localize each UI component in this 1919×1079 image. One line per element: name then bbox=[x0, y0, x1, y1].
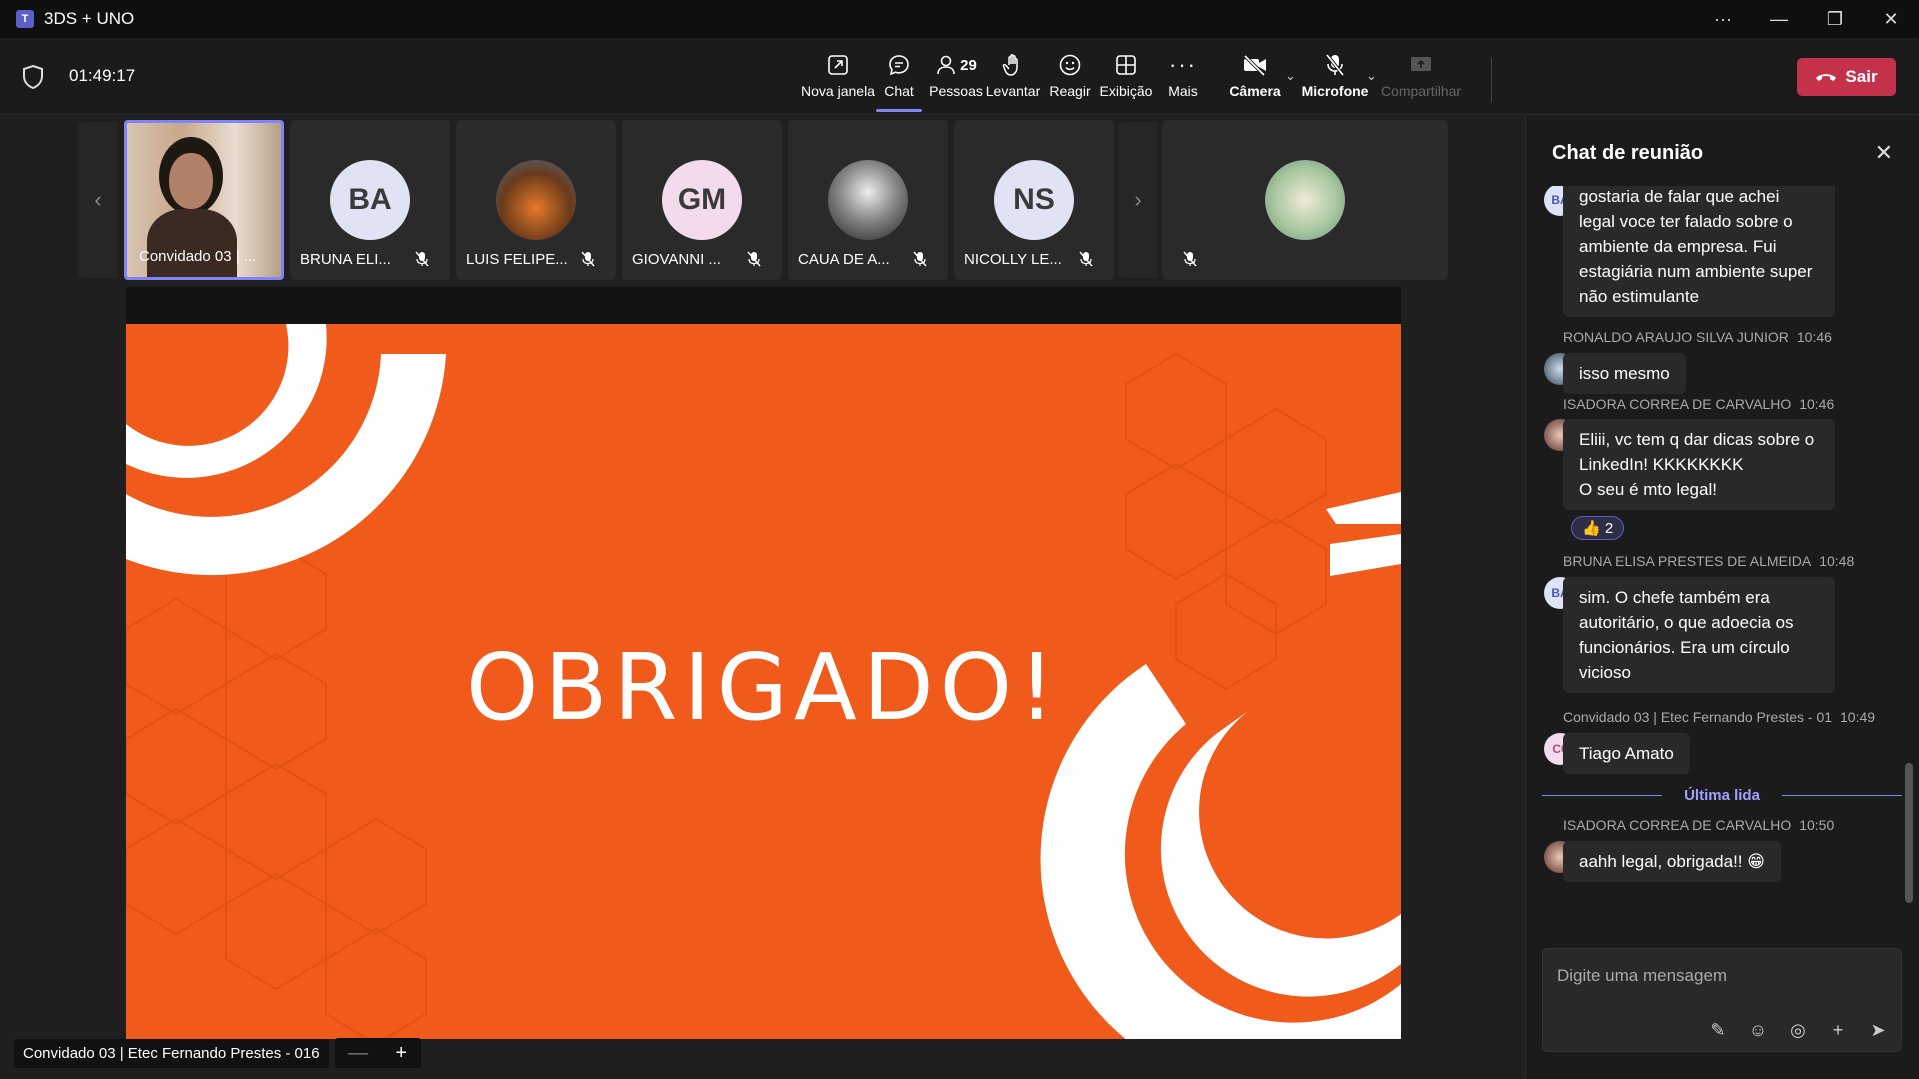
compose-toolbar: ✎ ☺ ◎ + ➤ bbox=[1707, 1019, 1889, 1041]
mic-options-chevron-icon[interactable]: ⌄ bbox=[1366, 68, 1377, 84]
compose-box: ✎ ☺ ◎ + ➤ bbox=[1542, 948, 1902, 1052]
zoom-controls: — + bbox=[334, 1038, 421, 1068]
mic-off-icon bbox=[1079, 251, 1093, 267]
avatar bbox=[1265, 160, 1345, 240]
more-icon: ··· bbox=[1169, 52, 1197, 77]
people-icon: 29 bbox=[935, 50, 977, 80]
participant-name: GIOVANNI ... bbox=[632, 251, 721, 268]
participant-tile[interactable]: Convidado 03 | ... bbox=[124, 120, 284, 280]
hand-icon bbox=[1002, 50, 1024, 80]
message-bubble: isso mesmo bbox=[1563, 353, 1686, 394]
close-window-button[interactable]: ✕ bbox=[1863, 0, 1919, 38]
emoji-icon[interactable]: ☺ bbox=[1747, 1019, 1769, 1041]
last-read-divider: Última lida bbox=[1542, 787, 1903, 804]
participant-tile[interactable]: GM GIOVANNI ... bbox=[622, 120, 782, 280]
chat-panel: Chat de reunião ✕ BA gostaria de falar q… bbox=[1525, 116, 1919, 1079]
message-meta: Convidado 03 | Etec Fernando Prestes - 0… bbox=[1563, 709, 1876, 725]
share-icon bbox=[1409, 50, 1433, 80]
send-icon[interactable]: ➤ bbox=[1867, 1019, 1889, 1041]
loop-icon[interactable]: ◎ bbox=[1787, 1019, 1809, 1041]
zoom-out-button[interactable]: — bbox=[348, 1042, 368, 1065]
teams-icon: T bbox=[16, 10, 34, 28]
phone-hangup-icon bbox=[1816, 74, 1837, 81]
mic-off-icon bbox=[1183, 251, 1197, 267]
new-window-button[interactable]: Nova janela bbox=[801, 50, 875, 106]
participant-tile[interactable] bbox=[1162, 120, 1448, 280]
participant-tile[interactable]: CAUA DE A... bbox=[788, 120, 948, 280]
participant-name: LUIS FELIPE... bbox=[466, 251, 568, 268]
chat-title: Chat de reunião bbox=[1552, 142, 1704, 164]
view-button[interactable]: Exibição bbox=[1100, 50, 1152, 106]
avatar: NS bbox=[994, 160, 1074, 240]
new-window-icon bbox=[827, 50, 849, 80]
microphone-off-icon bbox=[1324, 50, 1346, 80]
react-button[interactable]: Reagir bbox=[1049, 50, 1091, 106]
mic-off-icon bbox=[415, 251, 429, 267]
participant-tile[interactable]: LUIS FELIPE... bbox=[456, 120, 616, 280]
message-bubble: Tiago Amato bbox=[1563, 733, 1690, 774]
message-meta: BRUNA ELISA PRESTES DE ALMEIDA 10:48 bbox=[1563, 553, 1855, 569]
chat-icon bbox=[887, 50, 911, 80]
add-icon[interactable]: + bbox=[1827, 1019, 1849, 1041]
chat-scrollbar[interactable] bbox=[1905, 763, 1913, 903]
more-options-icon[interactable]: ··· bbox=[1695, 0, 1751, 38]
strip-next-chevron-icon[interactable]: › bbox=[1118, 122, 1158, 278]
people-count: 29 bbox=[960, 56, 977, 74]
stage-footer: Convidado 03 | Etec Fernando Prestes - 0… bbox=[14, 1038, 421, 1068]
smiley-icon bbox=[1058, 50, 1082, 80]
window-title: 3DS + UNO bbox=[44, 9, 135, 28]
mic-off-icon bbox=[913, 251, 927, 267]
participant-name: Convidado 03 | ... bbox=[139, 248, 257, 265]
avatar: BA bbox=[330, 160, 410, 240]
reaction-badge[interactable]: 👍 2 bbox=[1571, 516, 1625, 540]
message-meta: RONALDO ARAUJO SILVA JUNIOR 10:46 bbox=[1563, 329, 1832, 345]
message-bubble: sim. O chefe também era autoritário, o q… bbox=[1563, 577, 1835, 693]
participant-tile[interactable]: NS NICOLLY LE... bbox=[954, 120, 1114, 280]
grid-view-icon bbox=[1115, 50, 1137, 80]
raise-hand-button[interactable]: Levantar bbox=[986, 50, 1040, 106]
slide-title: OBRIGADO! bbox=[466, 634, 1061, 741]
shield-icon[interactable] bbox=[22, 64, 44, 90]
microphone-button[interactable]: Microfone bbox=[1302, 50, 1368, 106]
strip-prev-chevron-icon[interactable]: ‹ bbox=[78, 122, 118, 278]
message-bubble: Eliii, vc tem q dar dicas sobre o Linked… bbox=[1563, 419, 1835, 510]
people-button[interactable]: 29 Pessoas bbox=[929, 50, 983, 106]
avatar: GM bbox=[662, 160, 742, 240]
presenter-label: Convidado 03 | Etec Fernando Prestes - 0… bbox=[14, 1038, 329, 1068]
message-bubble: aahh legal, obrigada!! 😁 bbox=[1563, 841, 1781, 882]
participant-name: NICOLLY LE... bbox=[964, 251, 1062, 268]
mic-off-icon bbox=[747, 251, 761, 267]
participant-name: BRUNA ELI... bbox=[300, 251, 391, 268]
chat-button[interactable]: Chat bbox=[876, 50, 922, 112]
title-bar: T 3DS + UNO ··· — ❐ ✕ bbox=[0, 0, 1919, 38]
message-list[interactable]: BA gostaria de falar que achei legal voc… bbox=[1526, 186, 1919, 1016]
zoom-in-button[interactable]: + bbox=[395, 1042, 407, 1065]
message-meta: ISADORA CORREA DE CARVALHO 10:46 bbox=[1563, 396, 1835, 412]
restore-button[interactable]: ❐ bbox=[1807, 0, 1863, 38]
window-controls: ··· — ❐ ✕ bbox=[1695, 0, 1919, 38]
mic-off-icon bbox=[581, 251, 595, 267]
leave-button[interactable]: Sair bbox=[1797, 58, 1896, 96]
share-button[interactable]: Compartilhar bbox=[1381, 50, 1461, 106]
more-button[interactable]: ··· Mais bbox=[1168, 50, 1198, 106]
camera-button[interactable]: Câmera bbox=[1229, 50, 1281, 106]
avatar bbox=[496, 160, 576, 240]
participant-tile[interactable]: BA BRUNA ELI... bbox=[290, 120, 450, 280]
meeting-timer: 01:49:17 bbox=[69, 66, 136, 85]
message-meta: ISADORA CORREA DE CARVALHO 10:50 bbox=[1563, 817, 1835, 833]
close-icon[interactable]: ✕ bbox=[1875, 140, 1893, 166]
toolbar-separator bbox=[1491, 58, 1492, 102]
format-icon[interactable]: ✎ bbox=[1707, 1019, 1729, 1041]
avatar bbox=[828, 160, 908, 240]
shared-slide: OBRIGADO! bbox=[126, 324, 1401, 1039]
camera-off-icon bbox=[1242, 50, 1268, 80]
message-bubble: gostaria de falar que achei legal voce t… bbox=[1563, 186, 1835, 317]
camera-options-chevron-icon[interactable]: ⌄ bbox=[1285, 68, 1296, 84]
participant-name: CAUA DE A... bbox=[798, 251, 890, 268]
message-input[interactable] bbox=[1557, 961, 1877, 991]
minimize-button[interactable]: — bbox=[1751, 0, 1807, 38]
meeting-toolbar: 01:49:17 Nova janela Chat 29 Pessoas Lev… bbox=[0, 38, 1919, 115]
